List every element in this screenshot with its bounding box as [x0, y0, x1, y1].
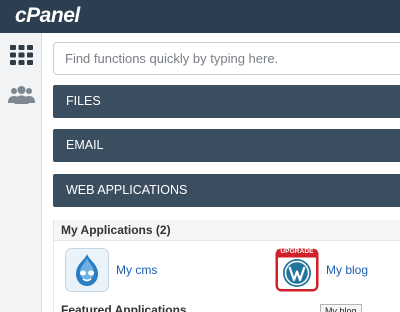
upgrade-badge: UPGRADE: [280, 248, 314, 255]
section-web-applications[interactable]: WEB APPLICATIONS: [53, 174, 400, 207]
drupal-icon: [65, 248, 109, 292]
tooltip: My blog: [320, 304, 362, 312]
top-bar: cPanel: [0, 0, 400, 33]
app-my-cms[interactable]: My cms: [65, 247, 157, 293]
cpanel-logo[interactable]: cPanel: [15, 4, 80, 28]
my-applications-heading: My Applications (2): [54, 220, 400, 241]
search-input[interactable]: [53, 42, 400, 75]
section-files[interactable]: FILES: [53, 85, 400, 118]
main-content: FILES EMAIL WEB APPLICATIONS My Applicat…: [42, 33, 400, 312]
users-icon[interactable]: [8, 83, 35, 107]
web-applications-panel: My Applications (2) My cms My blog UPGRA…: [53, 220, 400, 312]
app-label[interactable]: My cms: [116, 263, 157, 277]
section-email[interactable]: EMAIL: [53, 129, 400, 162]
app-label[interactable]: My blog: [326, 263, 368, 277]
grid-icon[interactable]: [8, 43, 35, 67]
sidebar: [0, 33, 42, 312]
featured-applications-heading: Featured Applications: [61, 303, 187, 312]
